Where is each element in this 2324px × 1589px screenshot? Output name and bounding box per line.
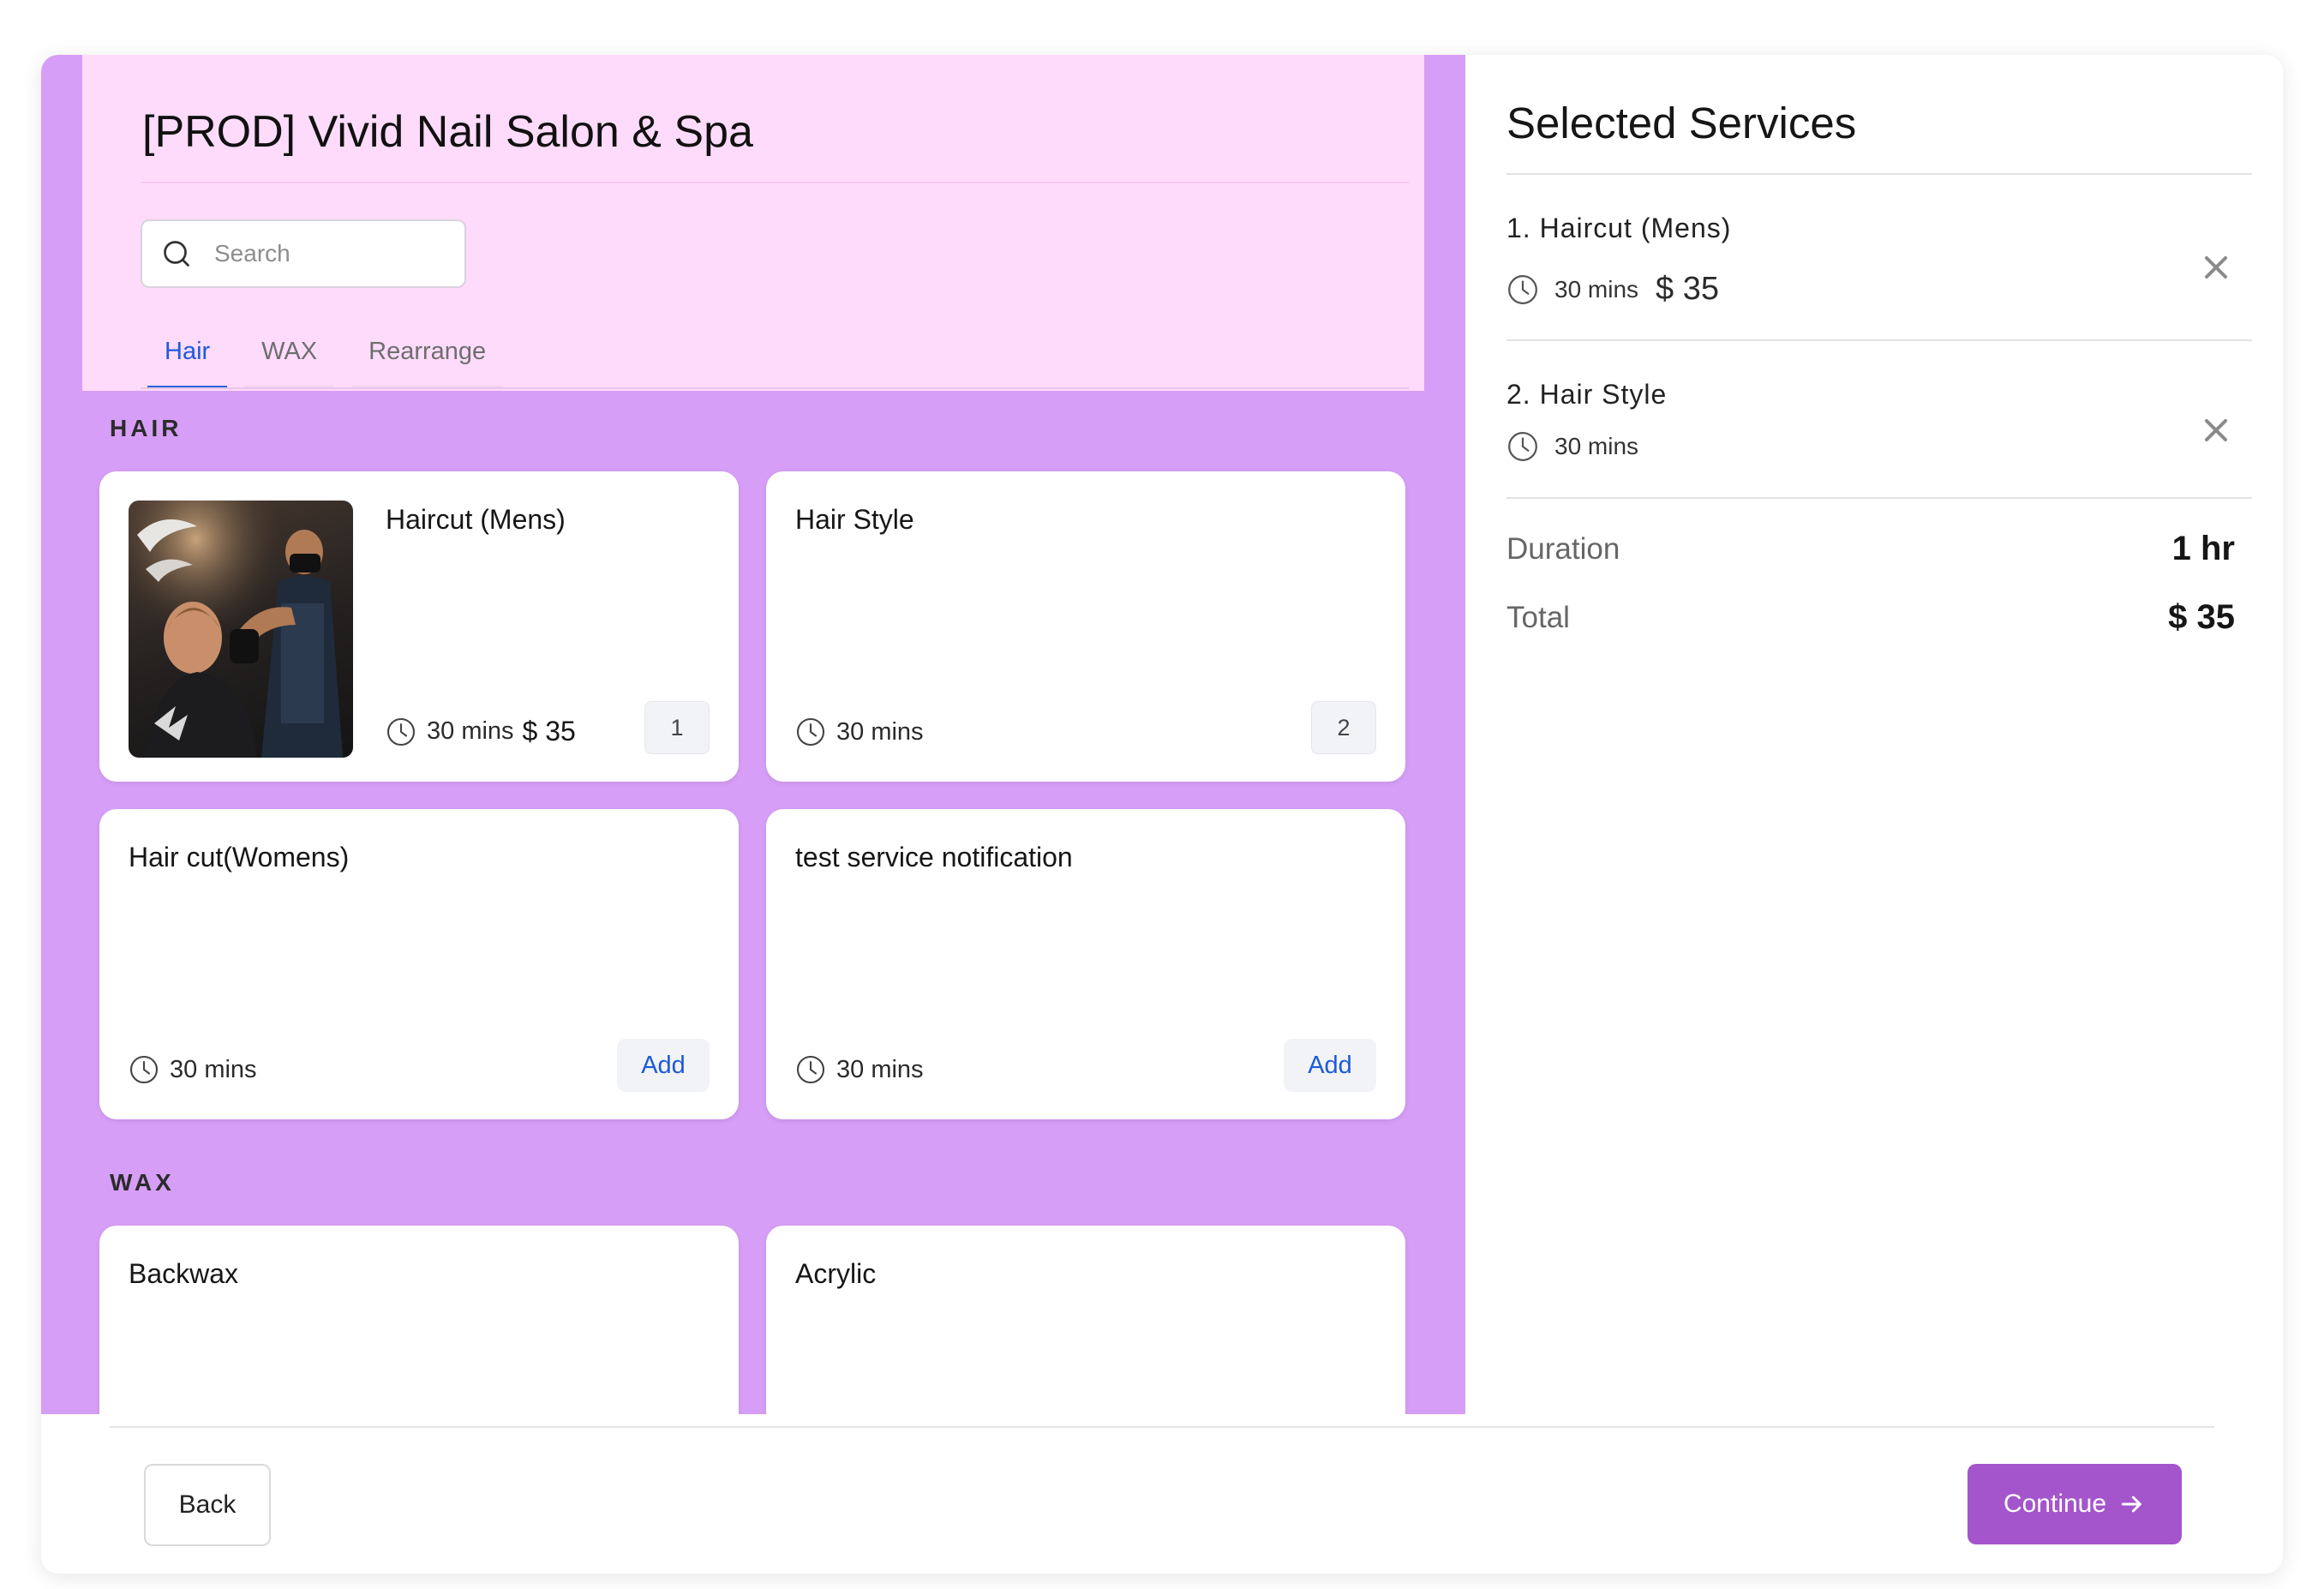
- continue-label: Continue: [2003, 1490, 2107, 1518]
- service-image: [129, 501, 353, 758]
- service-name: Hair cut(Womens): [129, 842, 350, 872]
- total-label: Total: [1506, 600, 1570, 634]
- clock-icon: [386, 717, 416, 746]
- search-input[interactable]: [213, 239, 435, 268]
- duration-row: Duration 1 hr: [1506, 530, 2235, 568]
- service-card-test-service-notification[interactable]: test service notification 30 mins Add: [766, 809, 1405, 1119]
- selected-item-duration: 30 mins: [1554, 433, 1639, 459]
- divider: [1506, 497, 2252, 499]
- back-button[interactable]: Back: [144, 1464, 271, 1546]
- service-duration: 30 mins: [836, 1055, 924, 1083]
- service-meta: 30 mins: [795, 1054, 924, 1085]
- service-duration: 30 mins: [427, 717, 514, 745]
- service-card-acrylic[interactable]: Acrylic: [766, 1226, 1405, 1414]
- tabs-divider: [141, 387, 1409, 389]
- remove-service-button[interactable]: [2197, 249, 2235, 286]
- service-name: Acrylic: [795, 1258, 877, 1289]
- selected-services-title: Selected Services: [1506, 99, 1857, 147]
- divider: [1506, 339, 2252, 341]
- search-icon: [164, 241, 189, 267]
- selected-item-duration: 30 mins: [1554, 275, 1639, 303]
- add-service-button[interactable]: Add: [617, 1039, 710, 1092]
- selected-services-panel: Selected Services 1. Haircut (Mens) 30 m…: [1470, 55, 2283, 1414]
- service-name: Hair Style: [795, 504, 914, 535]
- service-name: Backwax: [129, 1258, 239, 1289]
- selected-item-price: $ 35: [1656, 271, 1720, 307]
- clock-icon: [1508, 274, 1537, 304]
- section-label-hair: HAIR: [110, 415, 183, 441]
- services-column: [PROD] Vivid Nail Salon & Spa Hair WAX R…: [41, 55, 1465, 1414]
- search-box[interactable]: [141, 219, 466, 288]
- close-icon: [2204, 418, 2228, 442]
- service-meta: 30 mins: [129, 1054, 257, 1085]
- clock-icon: [129, 1055, 159, 1084]
- clock-icon: [1508, 432, 1537, 461]
- booking-window: [PROD] Vivid Nail Salon & Spa Hair WAX R…: [41, 55, 2283, 1574]
- remove-service-button[interactable]: [2197, 411, 2235, 449]
- selected-item: 1. Haircut (Mens) 30 mins $ 35: [1506, 213, 2252, 341]
- selected-item-meta: 30 mins: [1506, 430, 1638, 463]
- selected-item: 2. Hair Style 30 mins: [1506, 379, 2252, 499]
- page-title: [PROD] Vivid Nail Salon & Spa: [142, 107, 753, 157]
- arrow-right-icon: [2121, 1496, 2141, 1513]
- tab-hair[interactable]: Hair: [147, 327, 228, 389]
- close-icon: [2204, 255, 2228, 279]
- barber-photo-icon: [129, 501, 353, 758]
- total-value: $ 35: [2168, 598, 2235, 636]
- add-service-button[interactable]: Add: [1284, 1039, 1376, 1092]
- service-meta: 30 mins $ 35: [386, 716, 576, 747]
- duration-label: Duration: [1506, 531, 1620, 566]
- tab-wax[interactable]: WAX: [244, 327, 335, 389]
- tab-rearrange[interactable]: Rearrange: [351, 327, 504, 389]
- divider: [1506, 173, 2252, 175]
- service-card-hair-style[interactable]: Hair Style 30 mins 2: [766, 471, 1405, 782]
- service-card-backwax[interactable]: Backwax: [99, 1226, 739, 1414]
- clock-icon: [796, 717, 825, 747]
- total-row: Total $ 35: [1506, 598, 2235, 637]
- selected-item-name: 2. Hair Style: [1506, 379, 1668, 410]
- selected-item-name: 1. Haircut (Mens): [1506, 213, 1732, 243]
- selected-order-badge[interactable]: 1: [644, 701, 710, 754]
- footer-divider: [110, 1426, 2214, 1428]
- service-meta: 30 mins: [795, 717, 924, 747]
- service-card-hair-cut-womens[interactable]: Hair cut(Womens) 30 mins Add: [99, 809, 739, 1119]
- selected-item-meta: 30 mins $ 35: [1506, 271, 1719, 308]
- service-name: test service notification: [795, 842, 1073, 872]
- service-card-haircut-mens[interactable]: Haircut (Mens) 30 mins $ 35 1: [99, 471, 739, 782]
- category-tabs: Hair WAX Rearrange: [147, 327, 520, 389]
- continue-button[interactable]: Continue: [1968, 1464, 2182, 1544]
- clock-icon: [796, 1055, 825, 1084]
- service-duration: 30 mins: [170, 1055, 257, 1083]
- duration-value: 1 hr: [2171, 530, 2235, 567]
- selected-order-badge[interactable]: 2: [1311, 701, 1376, 754]
- service-name: Haircut (Mens): [386, 504, 566, 535]
- section-label-wax: WAX: [110, 1169, 175, 1196]
- service-duration: 30 mins: [836, 717, 924, 746]
- header-divider: [141, 182, 1409, 183]
- salon-header: [PROD] Vivid Nail Salon & Spa Hair WAX R…: [82, 55, 1424, 391]
- service-price: $ 35: [522, 716, 576, 747]
